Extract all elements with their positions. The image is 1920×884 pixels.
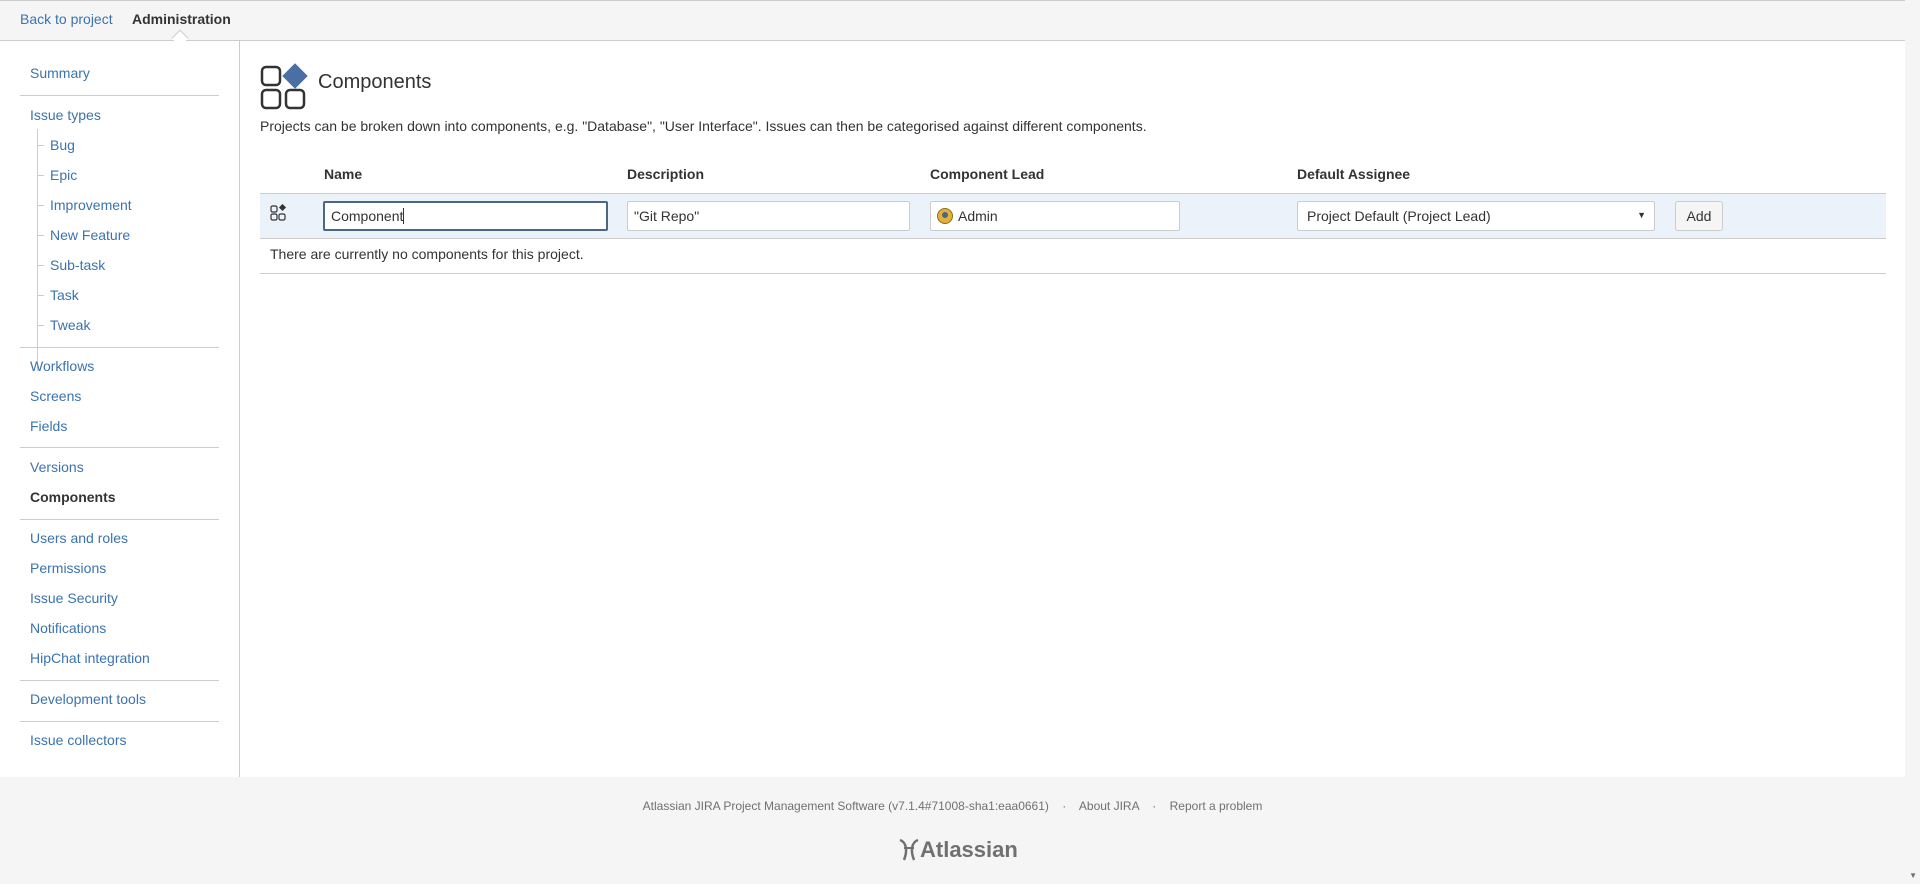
tree-tick bbox=[37, 175, 44, 176]
component-description-input[interactable]: "Git Repo" bbox=[627, 201, 910, 231]
sidebar-item-screens[interactable]: Screens bbox=[30, 388, 81, 404]
component-description-value: "Git Repo" bbox=[634, 208, 700, 224]
sidebar-item-summary[interactable]: Summary bbox=[30, 65, 90, 81]
component-row-icon bbox=[270, 204, 287, 221]
empty-components-message: There are currently no components for th… bbox=[270, 246, 584, 262]
column-header-component-lead: Component Lead bbox=[930, 166, 1045, 182]
page-description: Projects can be broken down into compone… bbox=[260, 118, 1147, 134]
scroll-down-icon[interactable]: ▼ bbox=[1909, 871, 1917, 880]
footer-version-link[interactable]: Atlassian JIRA Project Management Softwa… bbox=[643, 799, 1049, 813]
atlassian-logo-icon bbox=[899, 838, 919, 861]
components-icon bbox=[260, 63, 308, 110]
sidebar-item-improvement[interactable]: Improvement bbox=[50, 197, 132, 213]
sidebar-divider bbox=[20, 347, 219, 348]
footer-separator: · bbox=[1062, 799, 1067, 813]
back-to-project-link[interactable]: Back to project bbox=[20, 11, 113, 27]
sidebar-item-tweak[interactable]: Tweak bbox=[50, 317, 90, 333]
sidebar-divider bbox=[20, 447, 219, 448]
tree-tick bbox=[37, 145, 44, 146]
main-content: Components Projects can be broken down i… bbox=[240, 41, 1905, 777]
sidebar-item-users-and-roles[interactable]: Users and roles bbox=[30, 530, 128, 546]
text-cursor bbox=[403, 208, 405, 224]
footer-about-link[interactable]: About JIRA bbox=[1079, 799, 1139, 813]
table-bottom-border bbox=[260, 273, 1886, 274]
sidebar-item-issue-collectors[interactable]: Issue collectors bbox=[30, 732, 126, 748]
column-header-default-assignee: Default Assignee bbox=[1297, 166, 1411, 182]
sidebar-item-sub-task[interactable]: Sub-task bbox=[50, 257, 105, 273]
sidebar-item-workflows[interactable]: Workflows bbox=[30, 358, 94, 374]
component-name-input[interactable]: Component bbox=[323, 201, 608, 231]
chevron-down-icon: ▼ bbox=[1637, 210, 1646, 220]
sidebar-item-notifications[interactable]: Notifications bbox=[30, 620, 106, 636]
sidebar-item-hipchat-integration[interactable]: HipChat integration bbox=[30, 650, 150, 666]
column-header-description: Description bbox=[627, 166, 705, 182]
default-assignee-value: Project Default (Project Lead) bbox=[1307, 208, 1491, 224]
top-navigation-bar: Back to project Administration bbox=[0, 0, 1905, 47]
sidebar-item-permissions[interactable]: Permissions bbox=[30, 560, 106, 576]
tree-connector bbox=[37, 129, 38, 371]
atlassian-logo[interactable]: Atlassian bbox=[898, 837, 1018, 863]
sidebar-item-new-feature[interactable]: New Feature bbox=[50, 227, 130, 243]
sidebar-item-issue-security[interactable]: Issue Security bbox=[30, 590, 118, 606]
page-footer: Atlassian JIRA Project Management Softwa… bbox=[0, 777, 1905, 884]
sidebar-item-development-tools[interactable]: Development tools bbox=[30, 691, 146, 707]
footer-separator: · bbox=[1152, 799, 1157, 813]
sidebar-item-components[interactable]: Components bbox=[30, 489, 116, 505]
tree-tick bbox=[37, 325, 44, 326]
sidebar-item-bug[interactable]: Bug bbox=[50, 137, 75, 153]
page-scrollbar[interactable]: ▼ bbox=[1905, 0, 1920, 884]
sidebar-item-versions[interactable]: Versions bbox=[30, 459, 84, 475]
component-lead-picker[interactable]: Admin bbox=[930, 201, 1180, 231]
sidebar-item-issue-types[interactable]: Issue types bbox=[30, 107, 101, 123]
atlassian-logo-text: Atlassian bbox=[920, 837, 1018, 862]
component-name-value: Component bbox=[331, 208, 404, 224]
sidebar-item-fields[interactable]: Fields bbox=[30, 418, 67, 434]
tree-tick bbox=[37, 265, 44, 266]
footer-report-link[interactable]: Report a problem bbox=[1170, 799, 1263, 813]
tree-tick bbox=[37, 205, 44, 206]
sidebar-divider bbox=[20, 95, 219, 96]
sidebar-divider bbox=[20, 519, 219, 520]
default-assignee-select[interactable]: Project Default (Project Lead) ▼ bbox=[1297, 201, 1655, 231]
sidebar-item-epic[interactable]: Epic bbox=[50, 167, 77, 183]
column-header-name: Name bbox=[324, 166, 363, 182]
sidebar-divider bbox=[20, 721, 219, 722]
user-avatar-icon bbox=[937, 208, 953, 224]
add-component-button[interactable]: Add bbox=[1675, 201, 1723, 231]
footer-links: Atlassian JIRA Project Management Softwa… bbox=[0, 799, 1905, 813]
sidebar-divider bbox=[20, 680, 219, 681]
page-title: Components bbox=[318, 71, 432, 93]
component-lead-value: Admin bbox=[958, 208, 998, 224]
administration-tab[interactable]: Administration bbox=[132, 11, 231, 27]
sidebar-item-task[interactable]: Task bbox=[50, 287, 79, 303]
tree-tick bbox=[37, 295, 44, 296]
admin-sidebar: Summary Issue types Bug Epic Improvement… bbox=[0, 41, 240, 777]
tree-tick bbox=[37, 235, 44, 236]
